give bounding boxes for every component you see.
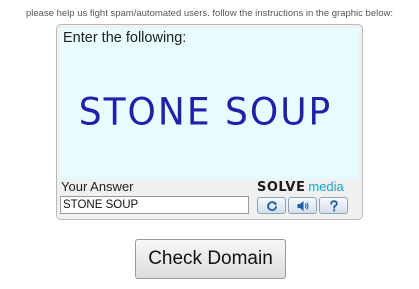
instructions-text: please help us fight spam/automated user… bbox=[25, 8, 393, 19]
check-domain-button[interactable]: Check Domain bbox=[135, 239, 286, 279]
audio-icon bbox=[297, 200, 308, 211]
help-icon bbox=[329, 199, 338, 211]
captcha-puzzle-image: Enter the following: STONE SOUP bbox=[60, 28, 359, 179]
refresh-icon bbox=[266, 200, 277, 211]
help-button[interactable] bbox=[319, 197, 348, 214]
answer-input[interactable] bbox=[60, 196, 249, 214]
audio-button[interactable] bbox=[288, 197, 317, 214]
captcha-controls bbox=[257, 197, 348, 214]
solve-media-logo: SOLVE media bbox=[257, 179, 344, 195]
brand-media-text: media bbox=[308, 179, 344, 194]
captcha-widget: Enter the following: STONE SOUP Your Ans… bbox=[56, 24, 363, 220]
refresh-button[interactable] bbox=[257, 197, 286, 214]
captcha-word: STONE SOUP bbox=[78, 90, 333, 135]
captcha-prompt: Enter the following: bbox=[63, 30, 187, 46]
brand-solve-text: SOLVE bbox=[257, 180, 306, 195]
answer-label: Your Answer bbox=[61, 179, 134, 194]
